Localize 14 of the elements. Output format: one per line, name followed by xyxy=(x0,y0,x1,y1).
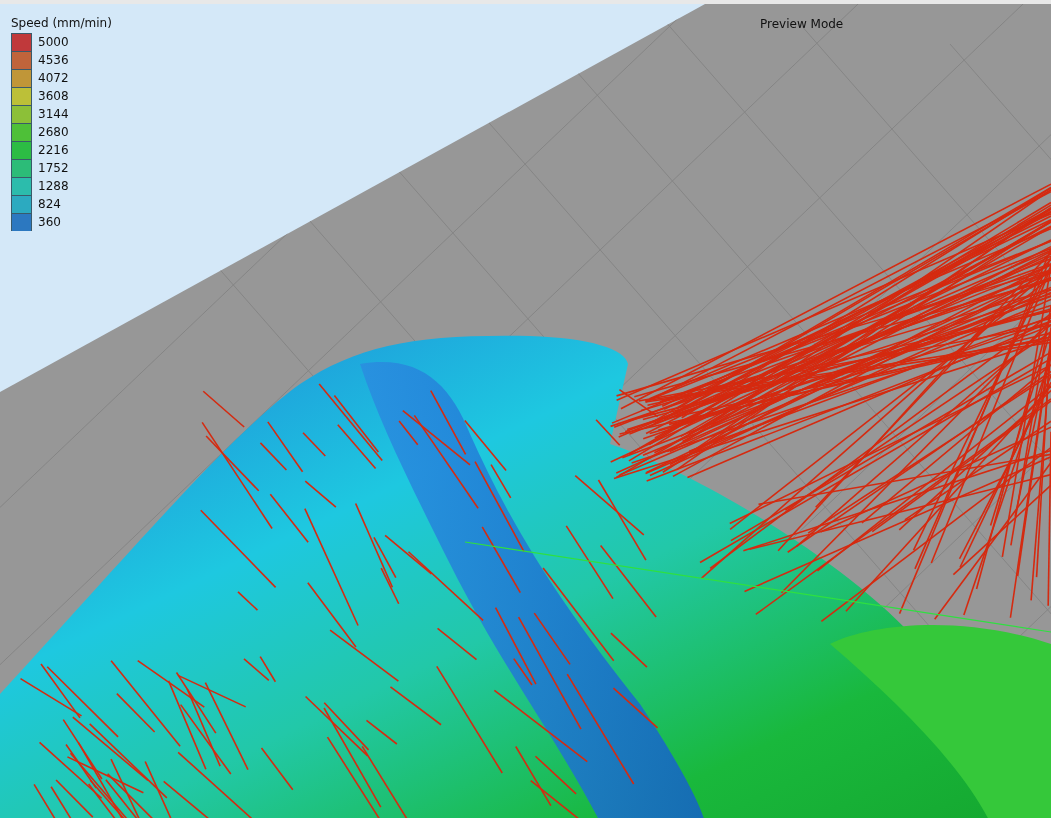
legend-value: 4072 xyxy=(38,71,69,85)
legend-value: 824 xyxy=(38,197,61,211)
legend-value: 1752 xyxy=(38,161,69,175)
legend-value: 3608 xyxy=(38,89,69,103)
preview-viewport[interactable]: Speed (mm/min) 5000 4536 4072 3608 3144 2680 2216 1752 1288 824 360 Preview Mode xyxy=(0,0,1051,818)
legend-value: 4536 xyxy=(38,53,69,67)
legend-value: 360 xyxy=(38,215,61,229)
legend-value: 2216 xyxy=(38,143,69,157)
legend-value: 2680 xyxy=(38,125,69,139)
legend-value: 1288 xyxy=(38,179,69,193)
mode-label: Preview Mode xyxy=(760,17,844,31)
legend-value: 3144 xyxy=(38,107,69,121)
legend-title: Speed (mm/min) xyxy=(11,16,112,30)
legend-value: 5000 xyxy=(38,35,69,49)
